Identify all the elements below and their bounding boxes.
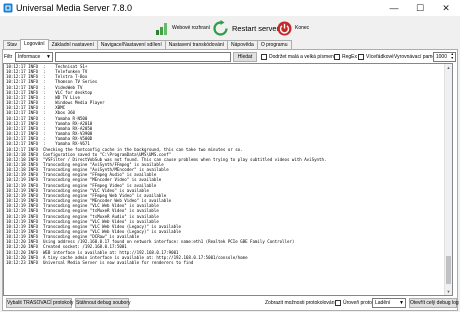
multiline-checkbox[interactable] xyxy=(358,54,364,60)
filter-label: Filtr xyxy=(4,54,13,60)
open-debug-log-button[interactable]: Otevřít celý debug log xyxy=(409,298,459,308)
log-scrollbar[interactable]: ▲ ▼ xyxy=(444,64,452,295)
toolbar: Webové rozhraní Restart serveru Konec xyxy=(0,16,460,38)
log-line: 10:12:23 INFO Universal Media Server is … xyxy=(6,259,194,265)
search-button[interactable]: Hledat xyxy=(233,52,257,62)
log-text: 10:12:17 INFO : Technisat S1+ 10:12:17 IN… xyxy=(6,64,444,265)
restart-button[interactable]: Restart serveru xyxy=(212,19,283,37)
filter-level-select[interactable]: Informace ▼ xyxy=(15,52,53,62)
restart-label: Restart serveru xyxy=(232,23,284,33)
pack-logs-button[interactable]: Vybalit TRASOVACÍ protokoly xyxy=(6,298,73,308)
filter-row: Filtr Informace ▼ Hledat Dodržet malá a … xyxy=(3,52,457,62)
quit-label: Konec xyxy=(295,25,310,31)
match-case-checkbox[interactable] xyxy=(261,54,267,60)
regex-label: RegEx xyxy=(342,54,358,60)
show-options-checkbox[interactable] xyxy=(335,300,341,306)
multiline-label: Víceřádkové xyxy=(366,54,394,60)
scroll-thumb[interactable] xyxy=(446,256,451,284)
memory-spinner[interactable]: 1000 ▲ ▼ xyxy=(433,52,456,62)
search-input[interactable] xyxy=(55,52,231,62)
restart-icon xyxy=(213,19,228,36)
filter-level-value: Informace xyxy=(18,54,41,60)
match-case-label: Dodržet malá a velká písmena xyxy=(269,54,337,60)
log-view[interactable]: 10:12:17 INFO : Technisat S1+ 10:12:17 IN… xyxy=(3,63,453,296)
log-level-value: Ladění xyxy=(375,300,391,306)
memory-label: Vyrovnávací paměť xyxy=(394,54,438,60)
network-icon xyxy=(156,22,167,35)
window-title: Universal Media Server 7.8.0 xyxy=(16,3,133,13)
log-level-select[interactable]: Ladění ▼ xyxy=(372,298,406,308)
scroll-down-icon[interactable]: ▼ xyxy=(445,288,452,295)
close-button[interactable]: ✕ xyxy=(434,0,458,16)
app-icon xyxy=(3,3,13,13)
tab-logs[interactable]: Logování xyxy=(20,39,49,50)
bottom-bar: Vybalit TRASOVACÍ protokoly Stáhnout deb… xyxy=(3,298,459,309)
scroll-up-icon[interactable]: ▲ xyxy=(445,64,452,71)
chevron-down-icon: ▼ xyxy=(399,300,404,306)
network-button[interactable]: Webové rozhraní xyxy=(154,19,210,37)
show-options-label: Zobrazit možnosti protokolování xyxy=(265,300,336,306)
maximize-button[interactable]: ☐ xyxy=(408,0,432,16)
regex-checkbox[interactable] xyxy=(334,54,340,60)
network-label: Webové rozhraní xyxy=(172,25,210,31)
minimize-button[interactable]: — xyxy=(382,0,406,16)
download-debug-button[interactable]: Stáhnout debug soubory xyxy=(75,298,131,308)
spinner-arrows-icon[interactable]: ▲ ▼ xyxy=(451,52,454,60)
power-icon xyxy=(277,21,292,35)
chevron-down-icon: ▼ xyxy=(46,54,51,60)
quit-button[interactable]: Konec xyxy=(277,19,309,37)
title-bar: Universal Media Server 7.8.0 — ☐ ✕ xyxy=(0,0,460,16)
memory-value: 1000 xyxy=(435,54,447,60)
